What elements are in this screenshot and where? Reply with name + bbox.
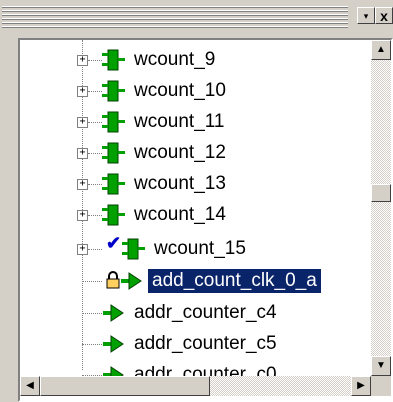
tree-connector <box>82 281 102 282</box>
tree-item-label: wcount_9 <box>134 49 216 70</box>
tree-item-label: addr_counter_c0 <box>134 364 277 376</box>
arrow-left-icon: ◀ <box>26 380 34 391</box>
tree-row-wcount-13[interactable]: + wcount_13 <box>20 170 371 200</box>
tree-item-label: wcount_11 <box>134 111 225 132</box>
signal-arrow-icon <box>121 272 142 290</box>
tree-frame: + wcount_9 + wcount_10 + wcount_11 + wco… <box>18 38 393 402</box>
bus-icon <box>102 204 125 226</box>
tree-item-label: addr_counter_c5 <box>134 333 277 354</box>
arrow-up-icon: ▲ <box>376 44 386 55</box>
signal-arrow-icon <box>103 335 124 353</box>
tree-row-wcount-10[interactable]: + wcount_10 <box>20 77 371 107</box>
vertical-scroll-thumb[interactable] <box>371 184 391 202</box>
expand-toggle[interactable]: + <box>77 210 88 221</box>
expand-toggle[interactable]: + <box>77 117 88 128</box>
signal-tree-panel: ▾ x + wcount_9 + wcount_10 + wcount_11 +… <box>0 0 393 402</box>
tree-row-addr-counter-c4[interactable]: addr_counter_c4 <box>20 299 371 329</box>
close-icon: x <box>380 8 388 24</box>
arrow-down-icon: ▼ <box>376 360 386 371</box>
drag-grip[interactable] <box>2 6 348 28</box>
checkmark-icon[interactable]: ✔ <box>106 233 121 254</box>
bus-icon <box>102 80 125 102</box>
tree-connector <box>88 249 102 250</box>
tree-item-label: wcount_15 <box>154 238 246 259</box>
bus-icon <box>102 49 125 71</box>
tree-row-addr-counter-c5[interactable]: addr_counter_c5 <box>20 330 371 360</box>
scroll-up-button[interactable]: ▲ <box>371 40 391 60</box>
close-button[interactable]: x <box>375 7 393 24</box>
signal-tree: + wcount_9 + wcount_10 + wcount_11 + wco… <box>20 40 371 376</box>
tree-item-label: wcount_13 <box>134 173 226 194</box>
tree-row-addr-counter-c0[interactable]: addr_counter_c0 <box>20 361 371 376</box>
scroll-right-button[interactable]: ▶ <box>351 376 371 396</box>
signal-arrow-icon <box>103 304 124 322</box>
tree-item-label: wcount_10 <box>134 80 226 101</box>
bus-icon <box>102 173 125 195</box>
tree-connector <box>82 344 102 345</box>
tree-row-wcount-11[interactable]: + wcount_11 <box>20 108 371 138</box>
expand-toggle[interactable]: + <box>77 244 88 255</box>
tree-row-wcount-15[interactable]: + ✔ wcount_15 <box>20 233 371 263</box>
tree-connector <box>82 313 102 314</box>
bus-icon <box>102 142 125 164</box>
expand-toggle[interactable]: + <box>77 55 88 66</box>
tree-item-label: wcount_12 <box>134 142 226 163</box>
scroll-down-button[interactable]: ▼ <box>371 356 391 376</box>
expand-toggle[interactable]: + <box>77 179 88 190</box>
expand-toggle[interactable]: + <box>77 148 88 159</box>
arrow-right-icon: ▶ <box>357 380 365 391</box>
bus-icon <box>122 238 145 260</box>
expand-toggle[interactable]: + <box>77 86 88 97</box>
tree-row-wcount-9[interactable]: + wcount_9 <box>20 46 371 76</box>
horizontal-scrollbar[interactable]: ◀ ▶ <box>20 376 371 396</box>
bus-icon <box>102 111 125 133</box>
panel-titlebar[interactable]: ▾ x <box>0 0 393 38</box>
scrollbar-corner <box>371 376 391 396</box>
signal-arrow-icon <box>103 366 124 376</box>
lock-icon <box>106 271 120 289</box>
tree-item-label: wcount_14 <box>134 204 226 225</box>
tree-item-label: addr_counter_c4 <box>134 302 277 323</box>
vertical-scrollbar[interactable]: ▲ ▼ <box>371 40 391 376</box>
scroll-left-button[interactable]: ◀ <box>20 376 40 396</box>
tree-row-wcount-12[interactable]: + wcount_12 <box>20 139 371 169</box>
chevron-down-icon: ▾ <box>363 11 369 21</box>
tree-item-label: add_count_clk_0_a <box>148 269 321 293</box>
horizontal-scroll-thumb[interactable] <box>40 376 210 396</box>
tree-row-add-count-clk[interactable]: add_count_clk_0_a <box>20 267 371 297</box>
tree-row-wcount-14[interactable]: + wcount_14 <box>20 201 371 231</box>
dropdown-button[interactable]: ▾ <box>357 7 375 24</box>
